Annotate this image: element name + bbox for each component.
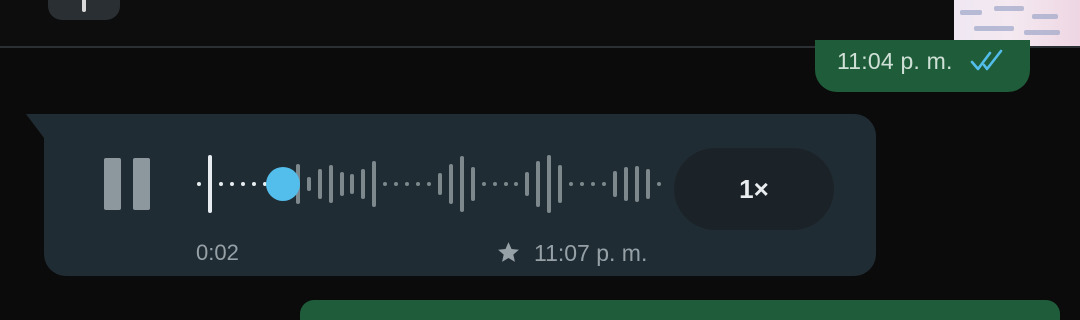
waveform-dot	[405, 182, 410, 186]
waveform-dot	[503, 182, 508, 186]
bubble-tail	[26, 114, 44, 138]
message-timestamp: 11:07 p. m.	[534, 240, 648, 266]
waveform-dot	[252, 182, 257, 186]
waveform-dot	[481, 182, 486, 186]
waveform-dot	[427, 182, 431, 186]
waveform-bar	[612, 171, 617, 197]
waveform-bar	[317, 169, 322, 199]
waveform-bar	[350, 174, 355, 194]
waveform-dot	[230, 182, 235, 186]
waveform-bar	[623, 167, 628, 201]
audio-waveform-seekbar[interactable]	[194, 152, 664, 216]
waveform-bar	[470, 167, 475, 201]
voice-message-bubble[interactable]: 1× 0:02 11:07 p. m.	[26, 114, 876, 276]
message-timestamp: 11:04 p. m.	[837, 48, 953, 74]
waveform-bar	[448, 164, 453, 204]
waveform-dot	[492, 182, 497, 186]
waveform-bar	[339, 172, 344, 196]
waveform-bar	[536, 161, 541, 207]
waveform-bar	[372, 161, 377, 207]
waveform-dot	[197, 182, 202, 186]
star-icon	[496, 240, 521, 265]
waveform-dot	[219, 182, 224, 186]
waveform-dot	[601, 182, 606, 186]
pause-icon	[104, 158, 121, 210]
waveform-bar	[634, 166, 639, 202]
waveform-dot	[514, 182, 519, 186]
waveform-bar	[645, 169, 650, 199]
waveform-bar	[525, 172, 530, 196]
waveform-bar	[306, 177, 311, 191]
waveform-bar	[208, 155, 213, 213]
waveform-dot	[569, 182, 574, 186]
seek-knob[interactable]	[266, 167, 301, 201]
elapsed-time: 0:02	[196, 240, 239, 265]
outgoing-message-bubble[interactable]: 11:04 p. m.	[815, 40, 1030, 92]
double-check-icon	[970, 49, 1006, 78]
waveform-dot	[416, 182, 421, 186]
waveform-bar	[547, 155, 552, 213]
waveform-bar	[361, 169, 366, 199]
waveform-bar	[328, 165, 333, 203]
waveform-dot	[656, 182, 661, 186]
waveform-dot	[383, 182, 388, 186]
waveform-bar	[459, 156, 464, 212]
waveform-dot	[394, 182, 399, 186]
collapsed-panel-handle[interactable]	[48, 0, 120, 20]
playback-speed-button[interactable]: 1×	[674, 148, 834, 230]
waveform-bar	[437, 173, 442, 195]
pause-button[interactable]	[104, 158, 150, 210]
waveform-dot	[590, 182, 595, 186]
waveform-bar	[558, 165, 563, 203]
next-message-bubble[interactable]	[300, 300, 1060, 320]
waveform-dot	[241, 182, 246, 186]
waveform-dot	[580, 182, 585, 186]
